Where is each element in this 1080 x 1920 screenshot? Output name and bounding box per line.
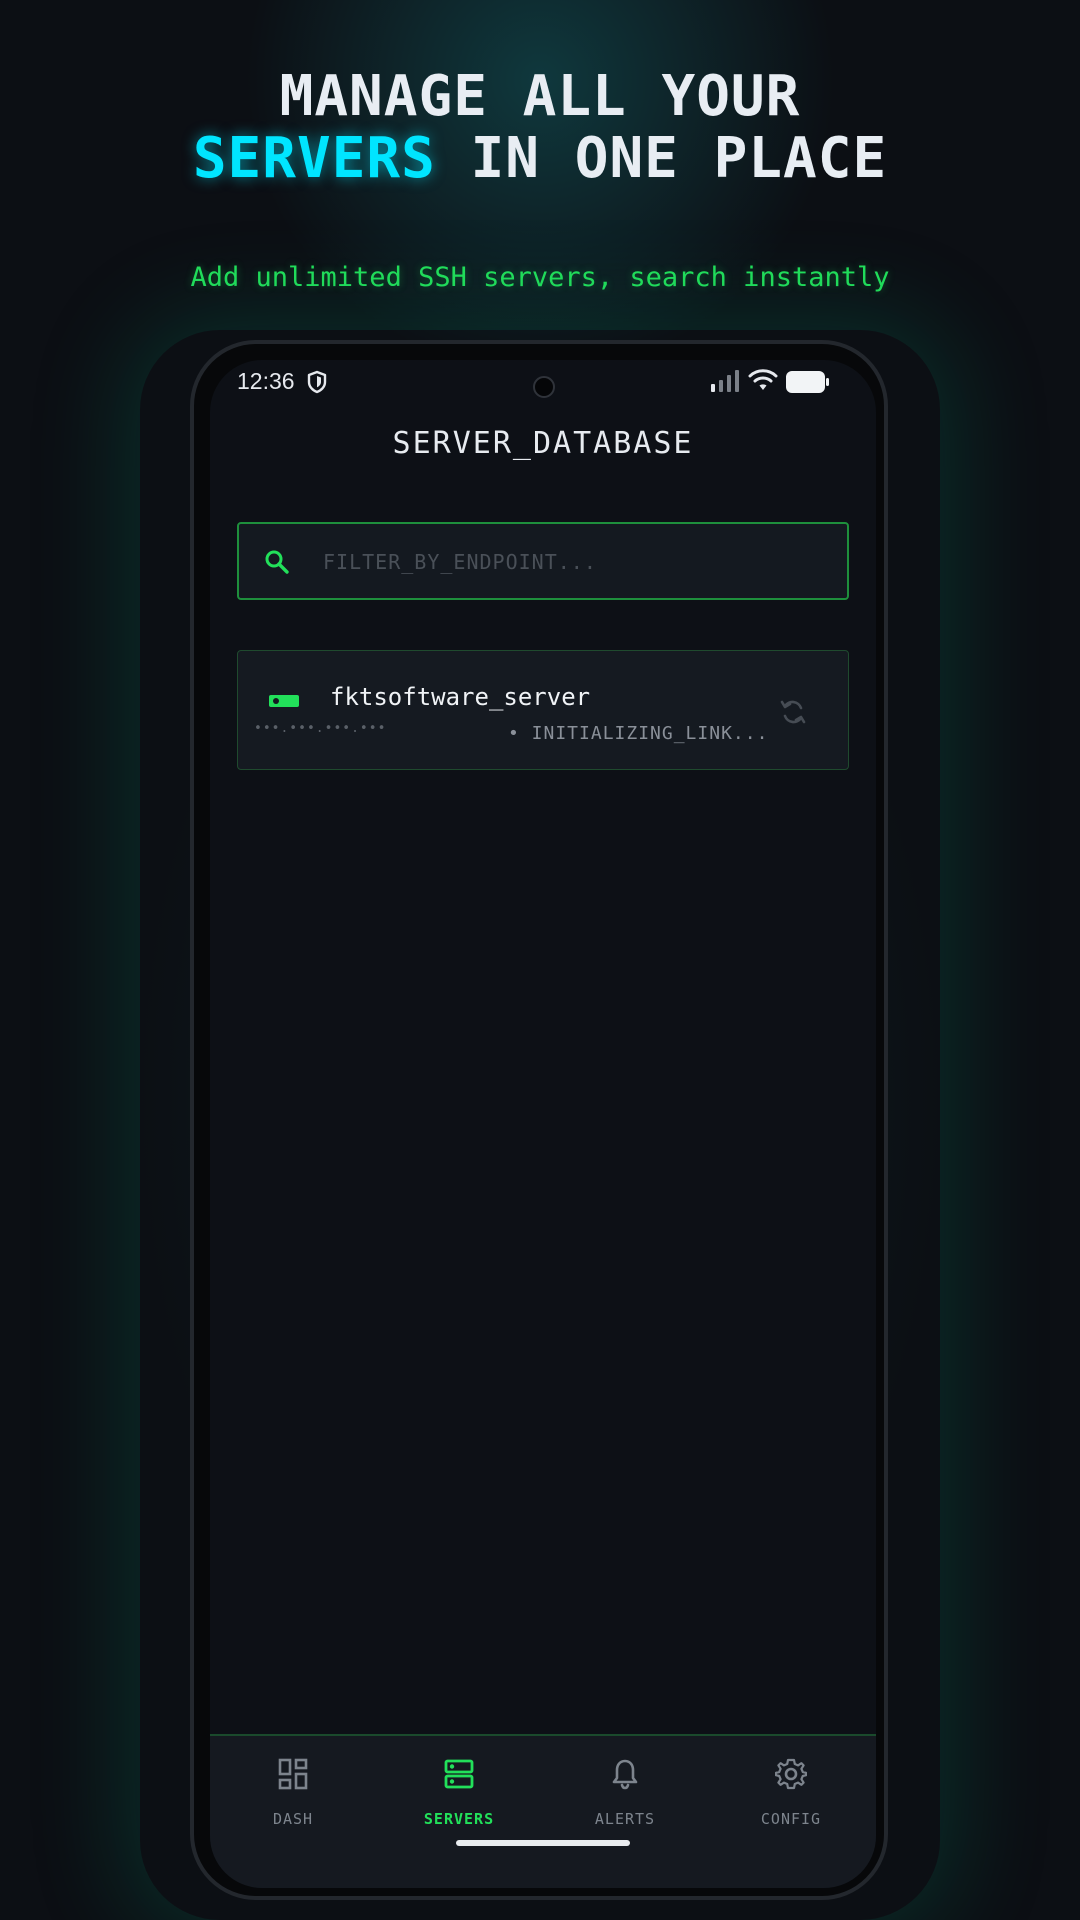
bottom-navigation: DASH SERVERS ALERTS CONFIG: [210, 1734, 876, 1888]
headline-accent-word: SERVERS: [192, 126, 436, 191]
refresh-icon[interactable]: [778, 697, 808, 731]
home-indicator[interactable]: [456, 1840, 630, 1846]
search-icon: [263, 548, 291, 580]
nav-label-servers: SERVERS: [423, 1810, 495, 1828]
search-input[interactable]: [321, 524, 825, 600]
headline-line-1: MANAGE ALL YOUR: [279, 64, 801, 129]
wifi-icon: [748, 368, 778, 396]
nav-item-dash[interactable]: DASH: [210, 1758, 376, 1828]
status-bar: 12:36: [210, 360, 876, 416]
battery-icon: [786, 371, 830, 397]
phone-screen: 12:36 SERVER_DATABASE FILTER_BY_ENDPOINT…: [210, 360, 876, 1888]
search-bar: [237, 522, 849, 600]
nav-label-config: CONFIG: [760, 1810, 822, 1828]
shield-icon: [306, 370, 328, 398]
promo-subheadline: Add unlimited SSH servers, search instan…: [190, 262, 890, 293]
server-ip-masked: •••.•••.•••.•••: [254, 721, 387, 736]
nav-label-alerts: ALERTS: [594, 1810, 656, 1828]
phone-frame: 12:36 SERVER_DATABASE FILTER_BY_ENDPOINT…: [190, 340, 888, 1900]
signal-icon: [710, 370, 740, 396]
server-status: • INITIALIZING_LINK...: [508, 723, 769, 744]
nav-label-dash: DASH: [272, 1810, 314, 1828]
page-title: SERVER_DATABASE: [392, 426, 694, 461]
headline-line-2: SERVERS IN ONE PLACE: [0, 128, 1080, 190]
nav-item-alerts[interactable]: ALERTS: [542, 1758, 708, 1828]
nav-item-config[interactable]: CONFIG: [708, 1758, 874, 1828]
promo-headline: MANAGE ALL YOUR SERVERS IN ONE PLACE: [0, 66, 1080, 190]
front-camera: [533, 376, 555, 398]
bell-icon: [542, 1758, 708, 1792]
status-time: 12:36: [237, 368, 295, 394]
server-card[interactable]: fktsoftware_server •••.•••.•••.••• • INI…: [237, 650, 849, 770]
nav-item-servers[interactable]: SERVERS: [376, 1758, 542, 1828]
gear-icon: [708, 1758, 874, 1792]
server-icon: [268, 693, 300, 713]
dashboard-icon: [210, 1758, 376, 1792]
server-name: fktsoftware_server: [330, 683, 591, 711]
headline-rest: IN ONE PLACE: [470, 126, 888, 191]
servers-icon: [376, 1758, 542, 1792]
